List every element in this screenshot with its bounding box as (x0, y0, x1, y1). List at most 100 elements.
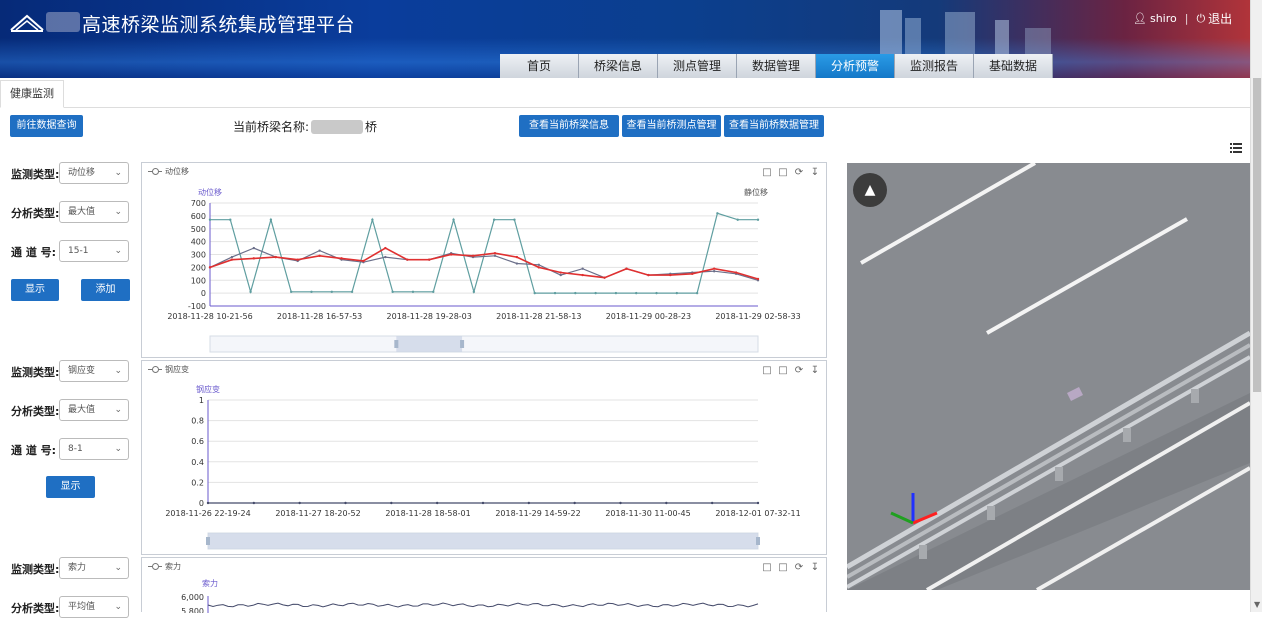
data-point (330, 290, 333, 294)
cable-force-chart[interactable]: 索力 6,000 5,800 (142, 558, 826, 613)
channel-select-1[interactable]: 15-1 ⌄ (59, 240, 129, 262)
data-point (208, 218, 212, 221)
chart-panel-displacement: 动位移 □ □ ⟳ ↧ 动位移 静位移 700 600 500 400 300 200 100 0… (141, 162, 827, 358)
user-area: 👤︎ shiro | ⏻ 退出 (1133, 10, 1233, 27)
data-point (537, 266, 540, 269)
data-point (289, 290, 293, 294)
datazoom-selection (208, 533, 758, 549)
tab-home[interactable]: 首页 (500, 54, 579, 78)
type-label-1: 监测类型: (11, 168, 60, 181)
data-point (712, 270, 716, 273)
add-button-1[interactable]: 添加 (81, 279, 130, 301)
data-point (734, 271, 738, 274)
tree-icon[interactable]: ▲ (853, 173, 887, 207)
data-point (471, 254, 475, 257)
chevron-down-icon: ⌄ (114, 563, 122, 573)
datazoom-handle-left (394, 340, 399, 348)
data-point (391, 290, 394, 294)
tab-health-monitoring[interactable]: 健康监测 (0, 80, 64, 108)
data-point (344, 501, 347, 505)
data-point (492, 218, 496, 221)
tab-analysis[interactable]: 分析预警 (816, 54, 895, 78)
data-point (449, 253, 453, 256)
chevron-down-icon: ⌄ (114, 366, 122, 376)
analysis-label-2: 分析类型: (11, 405, 60, 418)
data-point (229, 218, 232, 221)
data-point (350, 290, 354, 294)
page-scrollbar[interactable]: ▼ (1250, 0, 1262, 612)
data-point (390, 501, 393, 505)
strain-chart[interactable]: 钢应变 1 0.8 0.6 0.4 0.2 02018-11-26 22-19-24 2018… (142, 361, 826, 554)
history-data-button[interactable]: 前往数据查询 (10, 115, 83, 137)
analysis-select-1[interactable]: 最大值 ⌄ (59, 201, 129, 223)
data-point (252, 501, 256, 505)
show-button-2[interactable]: 显示 (46, 476, 95, 498)
datazoom-track (209, 335, 759, 353)
data-point (513, 218, 516, 221)
show-button-1[interactable]: 显示 (11, 279, 59, 301)
datazoom-handle-right (756, 537, 760, 545)
y-tick-label: 0.8 (191, 417, 204, 426)
displacement-chart[interactable]: 动位移 静位移7006005004003002001000-1002018-11-… (142, 163, 826, 357)
view-points-button[interactable]: 查看当前桥测点管理 (622, 115, 721, 137)
analysis-select-2[interactable]: 最大值 ⌄ (59, 399, 129, 421)
y-tick-label: 0 (199, 499, 204, 508)
data-point (493, 252, 497, 255)
x-tick-label: 2018-11-28 21-58-13 (496, 312, 581, 321)
data-point (208, 266, 212, 269)
data-point (252, 246, 256, 250)
channel-label-1: 通 道 号: (11, 246, 57, 259)
data-point (411, 290, 415, 294)
data-point (712, 267, 716, 270)
datazoom-selection (396, 336, 463, 352)
data-point (594, 291, 597, 295)
data-point (472, 290, 476, 294)
data-point (432, 290, 435, 294)
type-select-1[interactable]: 动位移 ⌄ (59, 162, 129, 184)
list-icon[interactable] (1230, 143, 1242, 153)
y-tick-label: 0.6 (191, 437, 204, 446)
type-select-2[interactable]: 钢应变 ⌄ (59, 360, 129, 382)
datazoom-handle-right (460, 340, 465, 348)
tab-data[interactable]: 数据管理 (737, 54, 816, 78)
data-point (252, 257, 256, 260)
tab-bridge-info[interactable]: 桥梁信息 (579, 54, 658, 78)
data-point (515, 255, 519, 259)
series-line-0 (207, 602, 759, 608)
data-point (435, 501, 439, 505)
data-point (310, 290, 313, 294)
y-tick-label: 1 (199, 396, 204, 405)
view-bridge-info-button[interactable]: 查看当前桥梁信息 (519, 115, 619, 137)
x-tick-label: 2018-11-29 00-28-23 (606, 312, 691, 321)
analysis-select-3[interactable]: 平均值 ⌄ (59, 596, 129, 618)
data-point (614, 291, 618, 295)
data-point (371, 218, 374, 221)
chevron-down-icon: ⌄ (114, 207, 122, 217)
scroll-down-icon[interactable]: ▼ (1254, 600, 1260, 609)
view-data-button[interactable]: 查看当前桥数据管理 (724, 115, 824, 137)
tab-report[interactable]: 监测报告 (895, 54, 974, 78)
type-label-2: 监测类型: (11, 366, 60, 379)
username[interactable]: shiro (1150, 12, 1177, 25)
x-tick-label: 2018-11-29 02-58-33 (715, 312, 800, 321)
x-tick-label: 2018-11-30 11-00-45 (605, 509, 690, 518)
channel-select-2[interactable]: 8-1 ⌄ (59, 438, 129, 460)
y-tick-label: 0.2 (191, 478, 204, 487)
chevron-down-icon: ⌄ (114, 405, 122, 415)
logout-icon[interactable]: ⏻ (1196, 12, 1205, 26)
data-point (298, 501, 301, 505)
tab-points[interactable]: 测点管理 (658, 54, 737, 78)
tab-base-data[interactable]: 基础数据 (974, 54, 1053, 78)
title-redacted (46, 12, 80, 32)
subtab-bar: 健康监测 (0, 80, 1250, 108)
type-select-3[interactable]: 索力 ⌄ (59, 557, 129, 579)
chart-panel-cable-force: 索力 □ □ ⟳ ↧ 索力 6,000 5,800 (141, 557, 827, 613)
x-tick-label: 2018-11-28 18-58-01 (385, 509, 470, 518)
data-point (269, 218, 273, 221)
data-point (675, 291, 679, 295)
bridge-3d-viewport[interactable]: ▲ (847, 163, 1250, 590)
logout-link[interactable]: 退出 (1208, 10, 1232, 27)
data-point (756, 218, 760, 221)
scrollbar-thumb[interactable] (1253, 78, 1261, 392)
chevron-down-icon: ⌄ (114, 246, 122, 256)
